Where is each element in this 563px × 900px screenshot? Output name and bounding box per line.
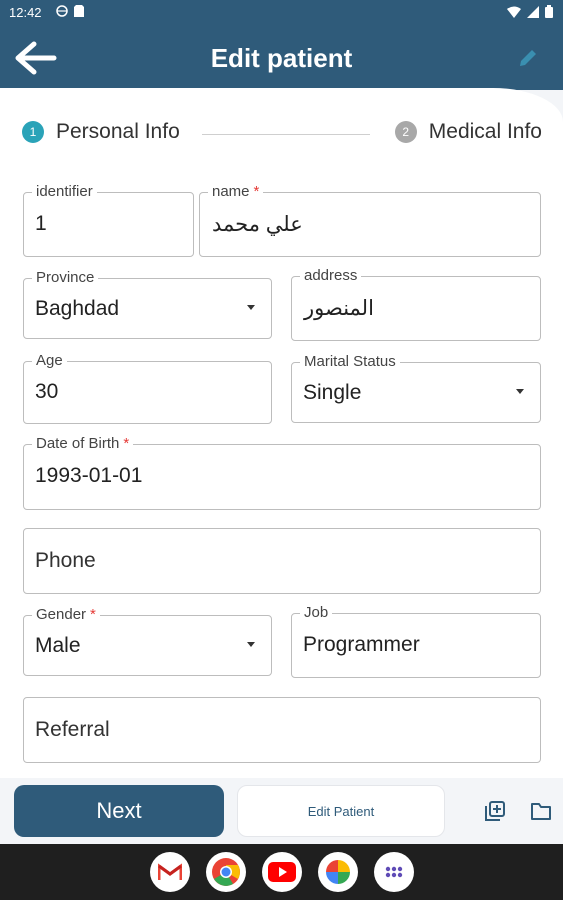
field-label: Date of Birth * bbox=[32, 435, 134, 453]
field-label: Marital Status bbox=[300, 353, 400, 371]
province-select[interactable]: Province Baghdad bbox=[23, 269, 272, 339]
required-marker: * bbox=[253, 183, 260, 200]
job-field[interactable]: Job Programmer bbox=[291, 604, 541, 678]
signal-icon bbox=[527, 5, 539, 18]
step-number: 2 bbox=[394, 121, 417, 143]
chrome-icon[interactable] bbox=[206, 852, 246, 892]
phone-field[interactable]: Phone bbox=[23, 528, 541, 594]
required-marker: * bbox=[90, 606, 96, 623]
field-placeholder: Phone bbox=[35, 549, 96, 572]
page-title: Edit patient bbox=[210, 43, 353, 73]
field-label: name * bbox=[208, 183, 264, 201]
field-value: Male bbox=[35, 634, 81, 657]
dropdown-arrow-icon bbox=[516, 389, 524, 394]
gender-select[interactable]: Gender * Male bbox=[23, 606, 272, 676]
edit-pencil-icon[interactable] bbox=[517, 47, 539, 69]
field-value: Single bbox=[303, 381, 362, 404]
dropdown-arrow-icon bbox=[247, 642, 255, 647]
gmail-icon[interactable] bbox=[150, 852, 190, 892]
field-label: Gender * bbox=[32, 606, 100, 624]
status-bar: 12:42 bbox=[0, 0, 563, 26]
step-label: Personal Info bbox=[56, 120, 180, 143]
status-time: 12:42 bbox=[9, 5, 42, 20]
app-dock bbox=[150, 852, 414, 892]
youtube-icon[interactable] bbox=[262, 852, 302, 892]
field-label: Job bbox=[300, 604, 333, 622]
dropdown-arrow-icon bbox=[247, 305, 255, 310]
field-label: Age bbox=[32, 352, 67, 370]
app-drawer-icon[interactable] bbox=[374, 852, 414, 892]
identifier-field[interactable]: identifier 1 bbox=[23, 183, 194, 257]
age-field[interactable]: Age 30 bbox=[23, 352, 272, 424]
field-value: Programmer bbox=[303, 633, 420, 656]
date-of-birth-field[interactable]: Date of Birth * 1993-01-01 bbox=[23, 435, 541, 510]
referral-field[interactable]: Referral bbox=[23, 697, 541, 763]
marital-status-select[interactable]: Marital Status Single bbox=[291, 353, 541, 423]
field-label: Province bbox=[32, 269, 99, 287]
folder-icon[interactable] bbox=[530, 801, 552, 821]
field-value: 1 bbox=[35, 212, 47, 235]
step-medical-info[interactable]: 2 Medical Info bbox=[394, 120, 542, 144]
battery-icon bbox=[545, 5, 553, 18]
step-connector bbox=[202, 134, 370, 135]
field-value: المنصور bbox=[304, 297, 374, 320]
step-label: Medical Info bbox=[428, 120, 542, 143]
add-copy-icon[interactable] bbox=[484, 800, 506, 822]
vpn-icon bbox=[56, 5, 68, 17]
wifi-icon bbox=[507, 6, 521, 18]
address-field[interactable]: address المنصور bbox=[291, 267, 541, 341]
stepper: 1 Personal Info 2 Medical Info bbox=[22, 120, 542, 150]
field-label: address bbox=[300, 267, 362, 285]
photos-icon[interactable] bbox=[318, 852, 358, 892]
required-marker: * bbox=[123, 435, 130, 452]
step-personal-info[interactable]: 1 Personal Info bbox=[22, 120, 180, 144]
edit-patient-tab[interactable]: Edit Patient bbox=[237, 785, 445, 837]
field-label: identifier bbox=[32, 183, 97, 201]
field-placeholder: Referral bbox=[35, 718, 110, 741]
step-number: 1 bbox=[22, 121, 44, 143]
field-value: علي محمد bbox=[212, 213, 303, 236]
sim-icon bbox=[74, 5, 84, 17]
field-value: Baghdad bbox=[35, 297, 120, 320]
field-value: 30 bbox=[35, 380, 59, 403]
next-button[interactable]: Next bbox=[14, 785, 224, 837]
field-value: 1993-01-01 bbox=[35, 464, 143, 487]
name-field[interactable]: name * علي محمد bbox=[199, 183, 541, 257]
